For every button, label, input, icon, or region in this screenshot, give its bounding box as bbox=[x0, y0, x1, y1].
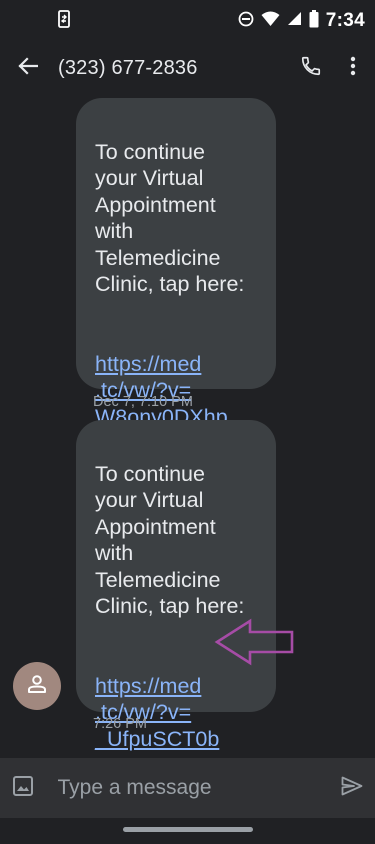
signal-icon bbox=[287, 11, 302, 31]
battery-icon bbox=[309, 9, 319, 33]
back-button[interactable] bbox=[0, 42, 56, 94]
message-link[interactable]: https://med .tc/vw/?v= _UfpuSCT0b bbox=[95, 673, 258, 753]
status-time: 7:34 bbox=[325, 10, 365, 31]
message-text: To continue your Virtual Appointment wit… bbox=[95, 139, 245, 297]
message-text: To continue your Virtual Appointment wit… bbox=[95, 461, 245, 619]
annotation-arrow-icon bbox=[214, 618, 296, 671]
gallery-icon bbox=[12, 775, 34, 802]
sender-avatar[interactable] bbox=[13, 662, 61, 710]
conversation-title: (323) 677-2836 bbox=[58, 56, 198, 79]
navigation-area bbox=[0, 818, 375, 844]
back-arrow-icon bbox=[18, 56, 39, 81]
wifi-icon bbox=[261, 11, 280, 32]
message-timestamp: Dec 7, 7:10 PM bbox=[93, 394, 193, 410]
app-bar: (323) 677-2836 bbox=[0, 42, 375, 94]
more-vert-icon bbox=[350, 56, 356, 81]
person-icon bbox=[25, 672, 49, 701]
compose-bar bbox=[0, 758, 375, 818]
attach-media-button[interactable] bbox=[0, 758, 47, 818]
status-bar: 7:34 bbox=[0, 0, 375, 42]
phone-icon bbox=[300, 55, 322, 82]
message-link[interactable]: https://med .tc/vw/?v= W8ony0DXhp bbox=[95, 351, 258, 431]
home-gesture-handle[interactable] bbox=[123, 827, 253, 832]
phone-sync-icon bbox=[56, 9, 72, 33]
message-timestamp: 7:26 PM bbox=[93, 716, 147, 732]
send-button[interactable] bbox=[329, 758, 375, 818]
call-button[interactable] bbox=[289, 42, 333, 94]
more-options-button[interactable] bbox=[335, 42, 371, 94]
dnd-icon bbox=[238, 11, 254, 32]
message-bubble[interactable]: To continue your Virtual Appointment wit… bbox=[76, 98, 276, 429]
message-input[interactable] bbox=[46, 768, 329, 808]
send-icon bbox=[341, 776, 363, 801]
